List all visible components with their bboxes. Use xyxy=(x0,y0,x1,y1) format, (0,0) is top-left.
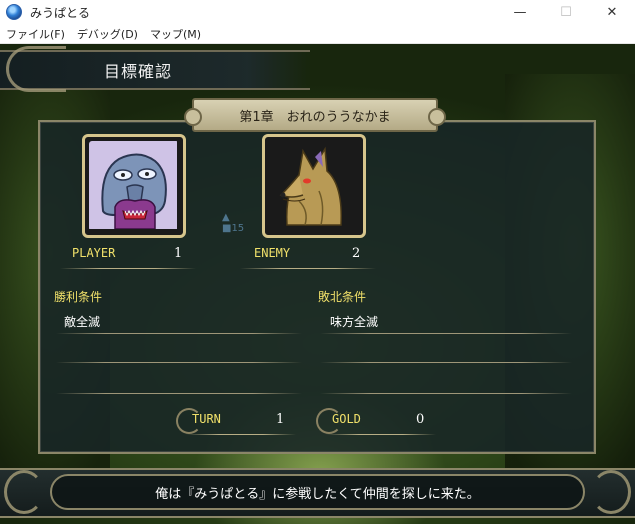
enemy-count: 2 xyxy=(352,246,361,261)
victory-line-2 xyxy=(56,362,302,363)
window-title: みうぱとる xyxy=(30,5,91,20)
enemy-character-image xyxy=(269,141,359,231)
player-count: 1 xyxy=(174,246,183,261)
turn-label: TURN xyxy=(192,412,221,426)
menu-file[interactable]: ファイル(F) xyxy=(0,26,71,42)
defeat-condition: 味方全滅 xyxy=(330,315,379,329)
victory-heading: 勝利条件 xyxy=(54,290,103,304)
message-text: 俺は『みうぱとる』に参戦したくて仲間を探しに来た。 xyxy=(155,486,480,502)
menu-debug[interactable]: デバッグ(D) xyxy=(71,26,144,42)
player-portrait xyxy=(82,134,186,238)
ornament-curl-icon xyxy=(6,46,66,92)
player-label: PLAYER xyxy=(72,246,116,260)
enemy-label: ENEMY xyxy=(254,246,291,260)
footer-curl-left-icon xyxy=(4,470,44,514)
player-divider xyxy=(60,268,196,269)
defeat-line-3 xyxy=(320,393,572,394)
menu-bar: ファイル(F) デバッグ(D) マップ(M) xyxy=(0,24,635,44)
defeat-line-2 xyxy=(320,362,572,363)
watermark-emblem-icon: ▲ ■15 xyxy=(222,212,245,234)
defeat-line-1 xyxy=(320,333,572,334)
game-viewport[interactable]: 目標確認 第1章 おれのううなかま PLAYER 1 ENEMY 2 ▲ ■15… xyxy=(0,44,635,524)
defeat-heading: 敗北条件 xyxy=(318,290,367,304)
message-window[interactable]: 俺は『みうぱとる』に参戦したくて仲間を探しに来た。 xyxy=(50,474,585,510)
footer-curl-right-icon xyxy=(591,470,631,514)
minimize-button[interactable]: — xyxy=(497,0,543,24)
enemy-divider xyxy=(240,268,376,269)
app-globe-icon xyxy=(6,4,22,20)
window-controls: — ☐ ✕ xyxy=(497,0,635,24)
menu-map[interactable]: マップ(M) xyxy=(144,26,207,42)
gold-label: GOLD xyxy=(332,412,361,426)
victory-condition: 敵全滅 xyxy=(64,315,101,329)
chapter-plate: 第1章 おれのううなかま xyxy=(184,98,446,132)
gold-value: 0 xyxy=(416,412,425,427)
objective-screen-title: 目標確認 xyxy=(104,62,173,81)
gold-underline xyxy=(326,434,436,435)
close-button[interactable]: ✕ xyxy=(589,0,635,24)
player-character-image xyxy=(89,141,179,231)
maximize-button[interactable]: ☐ xyxy=(543,0,589,24)
window-titlebar: みうぱとる — ☐ ✕ xyxy=(0,0,635,24)
enemy-portrait xyxy=(262,134,366,238)
victory-line-3 xyxy=(56,393,302,394)
victory-line-1 xyxy=(56,333,302,334)
turn-value: 1 xyxy=(276,412,285,427)
chapter-title: 第1章 おれのううなかま xyxy=(239,109,391,125)
turn-underline xyxy=(186,434,296,435)
